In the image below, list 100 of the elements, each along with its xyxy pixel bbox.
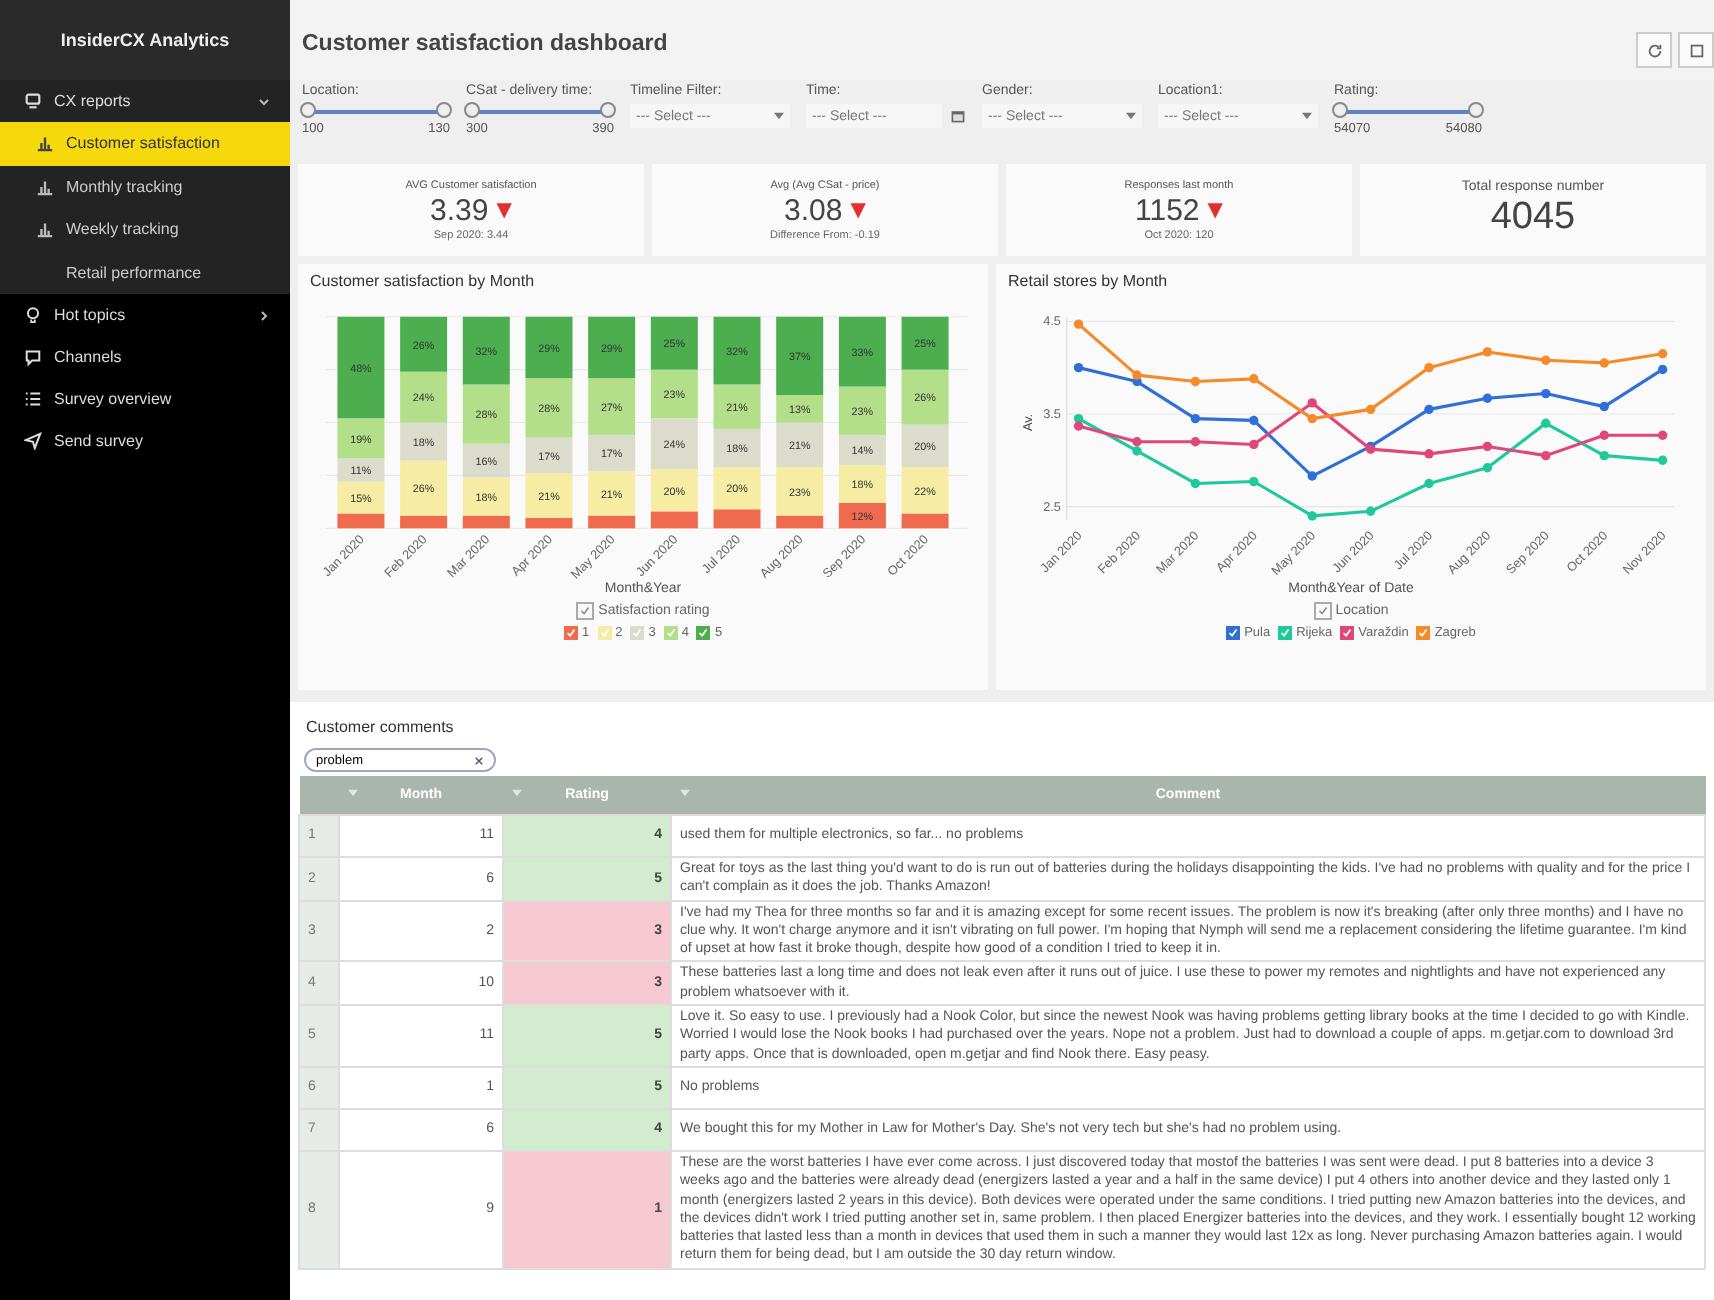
- data-point: [1482, 347, 1493, 357]
- data-point: [1073, 319, 1084, 329]
- legend-checkbox[interactable]: [563, 626, 578, 640]
- data-point: [1424, 404, 1434, 415]
- checkbox[interactable]: [576, 602, 595, 620]
- bar-segment: [901, 424, 949, 467]
- legend-checkbox[interactable]: [1340, 626, 1355, 640]
- legend-checkbox[interactable]: [1226, 626, 1241, 640]
- data-point: [1424, 362, 1434, 373]
- data-point: [1424, 449, 1434, 459]
- clear-icon[interactable]: [474, 755, 484, 765]
- checkbox[interactable]: [1313, 602, 1332, 620]
- data-point: [1249, 374, 1259, 384]
- trend-indicator: ▼: [1207, 199, 1223, 221]
- chart-title: Customer satisfaction by Month: [310, 272, 535, 290]
- nav-item[interactable]: Hot topics: [0, 294, 290, 336]
- nav-item[interactable]: Channels: [0, 336, 290, 378]
- data-point: [1482, 441, 1493, 452]
- bar-segment: [838, 316, 886, 387]
- nav-subitem[interactable]: Retail performance: [0, 251, 290, 294]
- bar-segment: [588, 316, 636, 379]
- data-point: [1599, 430, 1609, 440]
- bar-segment: [400, 371, 448, 423]
- check-icon: [1278, 626, 1293, 640]
- chat-icon: [24, 348, 42, 366]
- data-point: [1657, 349, 1668, 359]
- caret-icon: [774, 112, 784, 120]
- data-point: [1073, 362, 1084, 373]
- data-point: [1657, 455, 1668, 465]
- data-point: [1307, 471, 1317, 481]
- legend-checkbox[interactable]: [663, 626, 678, 640]
- kpi-value: 3.39: [430, 193, 489, 227]
- data-point: [1249, 476, 1259, 487]
- bar-segment: [525, 316, 573, 379]
- data-point: [1599, 401, 1609, 412]
- data-point: [1365, 404, 1376, 415]
- data-point: [1249, 415, 1259, 426]
- expand-icon[interactable]: [1678, 32, 1714, 68]
- report-icon: [24, 92, 42, 110]
- data-point: [1482, 393, 1493, 403]
- data-point: [1424, 478, 1434, 489]
- data-point: [1482, 463, 1493, 473]
- data-point: [1599, 358, 1609, 368]
- trend-indicator: ▼: [850, 199, 866, 221]
- chart-title: Retail stores by Month: [1008, 272, 1168, 290]
- nav-subitem[interactable]: Monthly tracking: [0, 165, 290, 208]
- data-point: [1365, 506, 1376, 516]
- kpi-value: 4045: [1490, 196, 1576, 240]
- caret-icon: [1302, 112, 1312, 120]
- trend-indicator: ▼: [496, 199, 512, 221]
- refresh-icon[interactable]: [1636, 32, 1672, 68]
- nav-subitem[interactable]: Customer satisfaction: [0, 122, 290, 165]
- bar-chart-icon: [36, 134, 54, 153]
- nav-item[interactable]: CX reports: [0, 80, 290, 122]
- list-icon: [24, 390, 42, 408]
- check-icon: [630, 626, 645, 640]
- data-point: [1599, 450, 1609, 461]
- legend-checkbox[interactable]: [1416, 626, 1431, 640]
- page-title: Customer satisfaction dashboard: [302, 32, 668, 56]
- data-point: [1190, 437, 1201, 447]
- legend-checkbox[interactable]: [696, 626, 711, 640]
- calendar-icon[interactable]: [950, 108, 966, 124]
- legend-checkbox[interactable]: [1278, 626, 1293, 640]
- caret-icon: [1126, 112, 1136, 120]
- check-icon: [1226, 626, 1241, 640]
- data-point: [1541, 388, 1551, 399]
- sort-icon[interactable]: [347, 788, 357, 798]
- data-point: [1307, 398, 1317, 408]
- legend-checkbox[interactable]: [630, 626, 645, 640]
- check-icon: [1416, 626, 1431, 640]
- app-title: InsiderCX Analytics: [0, 0, 290, 80]
- data-point: [1541, 418, 1551, 428]
- data-point: [1190, 478, 1201, 489]
- sort-icon[interactable]: [511, 788, 521, 798]
- data-point: [1307, 413, 1317, 424]
- nav-subitem[interactable]: Weekly tracking: [0, 208, 290, 251]
- chevron-right-icon: [258, 309, 270, 321]
- bar-segment: [650, 418, 698, 470]
- sort-icon[interactable]: [679, 788, 689, 798]
- send-icon: [24, 432, 42, 450]
- bar-segment: [462, 316, 510, 385]
- check-icon: [696, 626, 711, 640]
- bar-chart-icon: [36, 177, 54, 196]
- data-point: [1541, 450, 1551, 461]
- data-point: [1249, 439, 1259, 450]
- lightbulb-icon: [24, 306, 42, 324]
- check-icon: [663, 626, 678, 640]
- data-point: [1190, 376, 1201, 387]
- bar-segment: [713, 428, 761, 467]
- legend-checkbox[interactable]: [597, 626, 612, 640]
- bar-segment: [901, 369, 949, 425]
- nav-item[interactable]: Send survey: [0, 420, 290, 462]
- data-point: [1190, 413, 1201, 424]
- nav-item[interactable]: Survey overview: [0, 378, 290, 420]
- bar-segment: [650, 316, 698, 370]
- kpi-value: 1152: [1135, 193, 1200, 227]
- section-title: Customer comments: [306, 718, 456, 736]
- data-point: [1541, 355, 1551, 365]
- bar-segment: [650, 369, 698, 419]
- chevron-down-icon: [258, 95, 270, 107]
